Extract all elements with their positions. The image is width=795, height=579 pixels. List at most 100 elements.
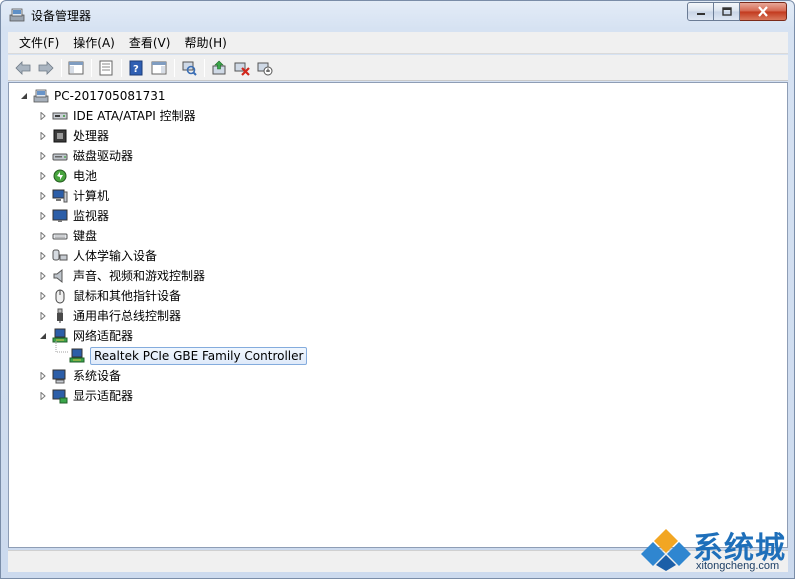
tree-item-label: 人体学输入设备 [73,249,158,263]
update-driver-button[interactable] [208,57,230,79]
uninstall-button[interactable] [231,57,253,79]
toolbar-separator [174,58,175,77]
menu-file[interactable]: 文件(F) [12,33,66,53]
tree-item-display-adapter[interactable]: 显示适配器 [38,386,133,406]
tree-item-realtek-controller[interactable]: Realtek PCIe GBE Family Controller [69,346,308,366]
back-button[interactable] [12,57,34,79]
expand-icon[interactable] [38,311,48,321]
tree-item-network-adapter[interactable]: 网络适配器 [38,326,133,346]
svg-text:?: ? [133,64,139,75]
tree-item-disk-drive[interactable]: 磁盘驱动器 [38,146,133,166]
expand-icon[interactable] [38,151,48,161]
tree-item-keyboard[interactable]: 键盘 [38,226,97,246]
toolbar-separator [91,58,92,77]
minimize-button[interactable] [687,2,714,21]
usb-icon [52,308,68,324]
disk-drive-icon [52,148,68,164]
tree-item-label: 监视器 [73,209,110,223]
network-card-icon [69,348,85,364]
tree-item-label: 处理器 [73,129,110,143]
speaker-icon [52,268,68,284]
title-bar[interactable]: 设备管理器 [1,1,794,29]
computer-root-icon [33,88,49,104]
tree-item-ide-controller[interactable]: IDE ATA/ATAPI 控制器 [38,106,196,126]
tree-item-label: 通用串行总线控制器 [73,309,182,323]
system-device-icon [52,368,68,384]
expand-icon[interactable] [38,231,48,241]
help-button[interactable]: ? [125,57,147,79]
tree-item-computer[interactable]: 计算机 [38,186,109,206]
toolbar: ? [8,55,788,81]
tree-item-label: 磁盘驱动器 [73,149,134,163]
expand-icon[interactable] [38,211,48,221]
device-manager-app-icon [9,8,25,22]
processor-icon [52,128,68,144]
show-hide-console-tree-icon [68,61,84,74]
tree-item-sound[interactable]: 声音、视频和游戏控制器 [38,266,205,286]
console-tree-button[interactable] [65,57,87,79]
action-pane-button[interactable] [148,57,170,79]
collapse-icon[interactable] [19,91,29,101]
expand-icon[interactable] [38,371,48,381]
tree-item-mouse[interactable]: 鼠标和其他指针设备 [38,286,181,306]
tree-item-label: 鼠标和其他指针设备 [73,289,182,303]
back-arrow-icon [15,60,31,75]
expand-icon[interactable] [38,391,48,401]
maximize-button[interactable] [714,2,740,21]
tree-root[interactable]: PC-201705081731 [19,86,166,106]
tree-item-usb[interactable]: 通用串行总线控制器 [38,306,181,326]
expand-icon[interactable] [38,251,48,261]
tree-item-label: 电池 [73,169,98,183]
tree-item-battery[interactable]: 电池 [38,166,97,186]
keyboard-icon [52,228,68,244]
properties-icon [99,60,113,75]
battery-icon [52,168,68,184]
tree-item-label: 声音、视频和游戏控制器 [73,269,206,283]
tree-root-label: PC-201705081731 [54,89,166,103]
minimize-icon [696,12,705,15]
properties-button[interactable] [95,57,117,79]
forward-arrow-icon [38,60,54,75]
expand-icon[interactable] [38,291,48,301]
menu-action[interactable]: 操作(A) [66,33,122,53]
device-tree[interactable]: PC-201705081731 IDE ATA/ATAPI 控制器 处理器 磁盘… [8,82,788,548]
scan-hardware-changes-icon [182,61,197,76]
hid-icon [52,248,68,264]
toolbar-separator [204,58,205,77]
device-manager-window: 设备管理器 文件(F) 操作(A) 查看(V) 帮助(H) ? PC-20170… [0,0,795,579]
tree-item-hid[interactable]: 人体学输入设备 [38,246,157,266]
forward-button[interactable] [35,57,57,79]
menu-help[interactable]: 帮助(H) [177,33,233,53]
expand-icon[interactable] [38,111,48,121]
tree-item-label: 计算机 [73,189,110,203]
help-icon: ? [129,60,143,75]
site-watermark: 系统城 xitongcheng.com [641,523,791,575]
tree-item-processor[interactable]: 处理器 [38,126,109,146]
tree-item-label: 网络适配器 [73,329,134,343]
expand-icon[interactable] [38,191,48,201]
collapse-icon[interactable] [38,331,48,341]
toolbar-separator [121,58,122,77]
close-button[interactable] [740,2,787,21]
ide-controller-icon [52,108,68,124]
expand-icon[interactable] [38,131,48,141]
tree-item-label: 显示适配器 [73,389,134,403]
menu-view[interactable]: 查看(V) [122,33,178,53]
scan-hardware-button[interactable] [178,57,200,79]
close-icon [758,6,768,17]
monitor-icon [52,208,68,224]
expand-icon[interactable] [38,271,48,281]
tree-item-label: 键盘 [73,229,98,243]
update-driver-icon [212,60,226,74]
expand-icon[interactable] [38,171,48,181]
show-hide-action-pane-icon [151,61,167,74]
disable-button[interactable] [254,57,276,79]
maximize-icon [721,7,732,16]
toolbar-separator [61,58,62,77]
selected-device-label[interactable]: Realtek PCIe GBE Family Controller [90,347,308,365]
watermark-logo-icon [641,529,691,571]
tree-item-system-devices[interactable]: 系统设备 [38,366,121,386]
tree-item-monitor[interactable]: 监视器 [38,206,109,226]
menu-bar: 文件(F) 操作(A) 查看(V) 帮助(H) [8,32,788,54]
mouse-icon [52,288,68,304]
